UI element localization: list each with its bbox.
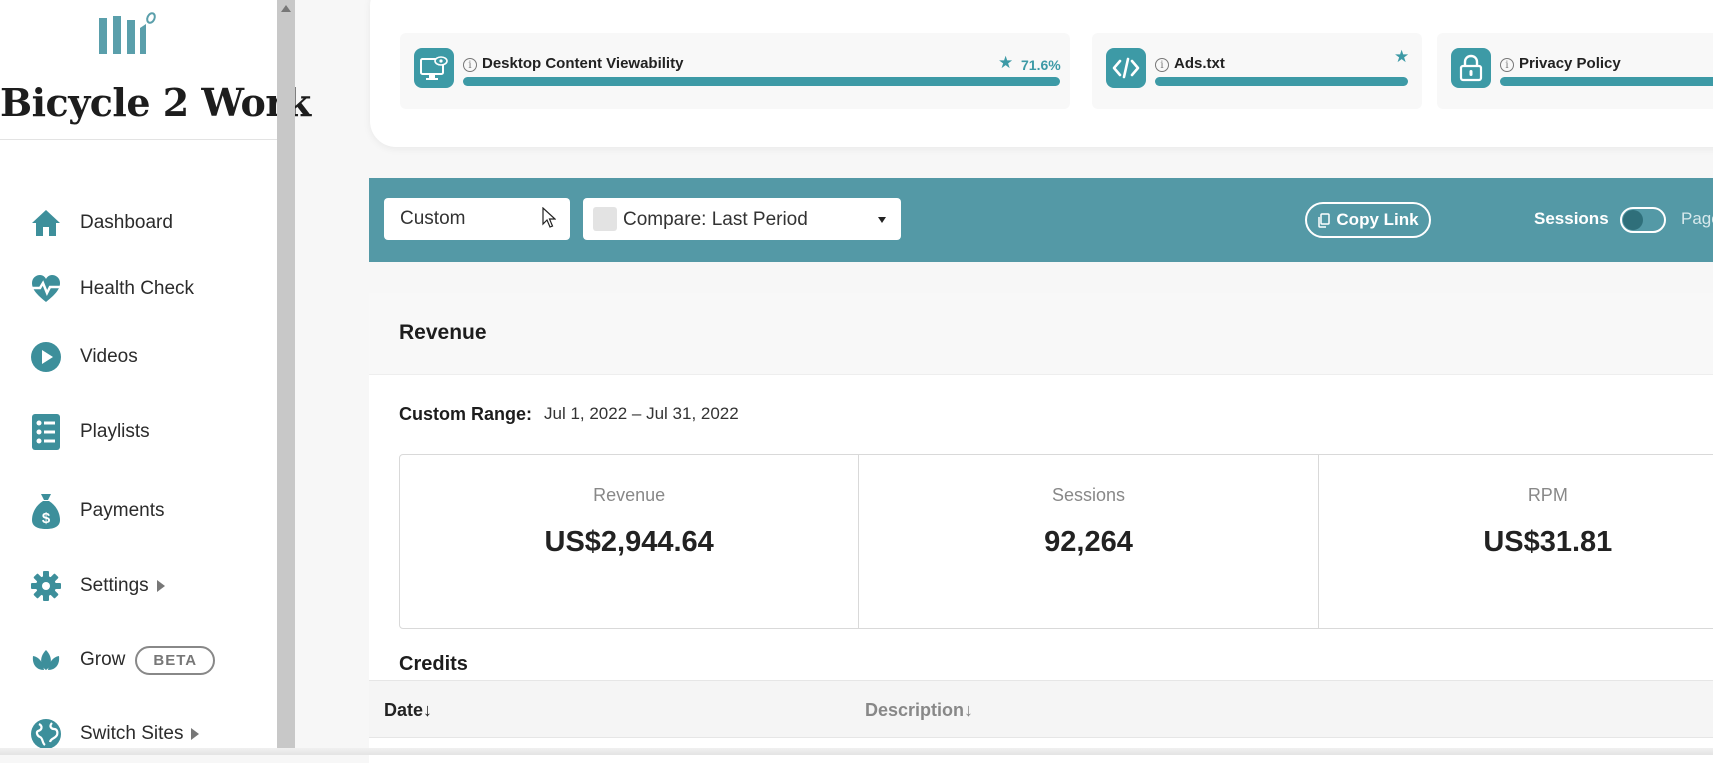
sidebar-item-payments[interactable]: $ Payments [28,491,164,531]
tile-title: Privacy Policy [1519,55,1621,72]
logo-icon [99,12,156,54]
info-icon[interactable]: i [1500,58,1514,72]
sidebar-item-videos[interactable]: Videos [28,337,138,377]
date-range-select-value: Custom [400,208,466,229]
mouse-cursor-icon [542,207,556,228]
beta-badge: BETA [135,645,216,675]
svg-text:$: $ [42,510,51,527]
home-icon [28,205,64,241]
window-bottom-edge [0,748,1713,755]
star-icon: ★ [998,53,1014,72]
copy-icon [1318,212,1331,228]
money-bag-icon: $ [28,493,64,529]
scroll-up-icon[interactable] [281,5,291,12]
copy-link-button[interactable]: Copy Link [1305,202,1431,238]
stat-revenue: Revenue US$2,944.64 [400,455,860,628]
star-icon: ★ [1394,47,1410,66]
sidebar-item-label: Switch Sites [80,723,184,744]
metric-tile-privacy-policy[interactable]: i Privacy Policy [1437,33,1713,109]
code-icon [1106,48,1146,88]
caret-right-icon [191,728,200,740]
info-icon[interactable]: i [1155,58,1169,72]
progress-bar [1500,77,1713,86]
heart-pulse-icon [28,271,64,307]
date-range-select[interactable]: Custom [384,198,570,240]
sessions-pageviews-toggle[interactable] [1620,207,1666,233]
metric-tile-ads-txt[interactable]: i Ads.txt ★ [1092,33,1422,109]
leaf-icon [28,642,64,678]
play-circle-icon [28,339,64,375]
sidebar-item-label: Payments [80,500,165,521]
divider [0,139,277,140]
revenue-stats: Revenue US$2,944.64 Sessions 92,264 RPM … [399,454,1713,629]
stat-label: RPM [1527,485,1568,505]
progress-bar [463,77,1060,86]
monitor-eye-icon [414,48,454,88]
sidebar-item-label: Grow [80,649,126,670]
sidebar-item-grow[interactable]: Grow BETA [28,640,216,680]
column-header-date[interactable]: Date↓ [384,700,432,721]
toggle-knob [1623,210,1643,230]
main-content: i Desktop Content Viewability ★ 71.6% i … [295,0,1713,763]
lock-icon [1451,48,1491,88]
site-name: Bicycle 2 Work [0,80,311,125]
list-icon [28,414,64,450]
sidebar-item-settings[interactable]: Settings [28,566,165,606]
revenue-header: Revenue [369,293,1713,375]
tile-value: 71.6% [1021,57,1061,73]
copy-link-label: Copy Link [1336,210,1419,229]
sidebar-item-health-check[interactable]: Health Check [28,269,194,309]
range-value: Jul 1, 2022 – Jul 31, 2022 [544,404,739,423]
revenue-title: Revenue [399,321,487,344]
tile-title: Desktop Content Viewability [482,55,684,72]
gear-icon [28,568,64,604]
stat-rpm: RPM US$31.81 [1319,455,1713,628]
revenue-card: Revenue Custom Range: Jul 1, 2022 – Jul … [369,293,1713,763]
progress-bar [1155,77,1408,86]
info-icon[interactable]: i [463,58,477,72]
sidebar-item-label: Settings [80,575,149,596]
sidebar: Bicycle 2 Work Dashboard Health Check Vi… [0,0,311,755]
stat-label: Sessions [1051,485,1126,505]
stat-value: US$31.81 [1483,526,1613,558]
metric-tile-desktop-viewability[interactable]: i Desktop Content Viewability ★ 71.6% [400,33,1070,109]
credits-table-header: Date↓ Description↓ [369,680,1713,738]
stat-value: US$2,944.64 [544,526,714,558]
toggle-sessions-label: Sessions [1534,209,1609,228]
stat-label: Revenue [593,485,666,505]
chevron-down-icon [878,217,886,223]
compare-select[interactable]: Compare: Last Period [583,198,901,240]
sidebar-item-label: Playlists [80,421,150,442]
range-label: Custom Range: [399,404,533,424]
health-check-card: i Desktop Content Viewability ★ 71.6% i … [370,0,1713,147]
credits-title: Credits [399,653,468,675]
toggle-pageviews-label: Pageviews [1681,209,1713,228]
sidebar-item-label: Dashboard [80,212,173,233]
sidebar-item-label: Videos [80,346,138,367]
tile-title: Ads.txt [1174,55,1225,72]
stat-value: 92,264 [1044,526,1133,558]
compare-color-swatch [593,207,617,231]
filter-bar: Custom Compare: Last Period Copy Link Se… [369,178,1713,262]
sidebar-scrollbar[interactable] [277,0,295,755]
sidebar-item-label: Health Check [80,278,195,299]
column-header-description[interactable]: Description↓ [865,700,973,721]
caret-right-icon [156,580,165,592]
stat-sessions: Sessions 92,264 [859,455,1319,628]
sidebar-item-playlists[interactable]: Playlists [28,412,150,452]
globe-icon [28,716,64,752]
compare-select-value: Compare: Last Period [623,209,808,230]
sidebar-item-dashboard[interactable]: Dashboard [28,203,173,243]
